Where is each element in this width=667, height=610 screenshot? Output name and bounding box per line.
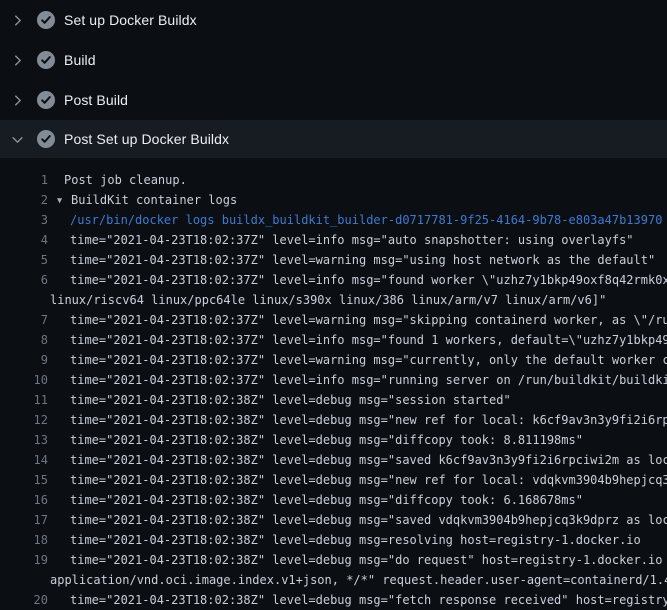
log-line-text: time="2021-04-23T18:02:38Z" level=debug … [48, 430, 583, 450]
step-header-expanded[interactable]: Post Set up Docker Buildx [0, 120, 667, 158]
check-circle-icon [37, 11, 55, 29]
log-line: 15 time="2021-04-23T18:02:38Z" level=deb… [0, 470, 667, 490]
log-line-number [0, 570, 48, 590]
log-line-text: /usr/bin/docker logs buildx_buildkit_bui… [48, 210, 662, 230]
log-line-number[interactable]: 14 [0, 450, 48, 470]
log-line: 14 time="2021-04-23T18:02:38Z" level=deb… [0, 450, 667, 470]
log-line-text: time="2021-04-23T18:02:38Z" level=debug … [48, 490, 583, 510]
step-title: Post Set up Docker Buildx [64, 131, 229, 147]
log-line-text: time="2021-04-23T18:02:38Z" level=debug … [48, 470, 667, 490]
log-line: 1 Post job cleanup. [0, 170, 667, 190]
log-line-number[interactable]: 1 [0, 170, 48, 190]
log-line-number[interactable]: 16 [0, 490, 48, 510]
log-line: 4 time="2021-04-23T18:02:37Z" level=info… [0, 230, 667, 250]
log-line-number[interactable]: 12 [0, 410, 48, 430]
log-line-number[interactable]: 2 [0, 190, 48, 210]
log-line: 20 time="2021-04-23T18:02:38Z" level=deb… [0, 590, 667, 610]
check-circle-icon [37, 91, 55, 109]
log-line: 6 time="2021-04-23T18:02:37Z" level=info… [0, 270, 667, 290]
log-line-text: ▼ BuildKit container logs [48, 190, 237, 210]
step-header[interactable]: Set up Docker Buildx [0, 0, 667, 40]
log-line-number[interactable]: 18 [0, 530, 48, 550]
chevron-right-icon[interactable] [11, 14, 24, 27]
log-line-text: time="2021-04-23T18:02:37Z" level=warnin… [48, 350, 667, 370]
log-line-number[interactable]: 7 [0, 310, 48, 330]
log-line-number[interactable]: 10 [0, 370, 48, 390]
log-line-number[interactable]: 6 [0, 270, 48, 290]
log-line: 17 time="2021-04-23T18:02:38Z" level=deb… [0, 510, 667, 530]
log-line-text: time="2021-04-23T18:02:38Z" level=debug … [48, 590, 667, 610]
step-title: Set up Docker Buildx [64, 12, 197, 28]
log-line: 18 time="2021-04-23T18:02:38Z" level=deb… [0, 530, 667, 550]
step-title: Post Build [64, 92, 128, 108]
log-line-text: time="2021-04-23T18:02:38Z" level=debug … [48, 530, 641, 550]
log-line: 13 time="2021-04-23T18:02:38Z" level=deb… [0, 430, 667, 450]
log-line-text: time="2021-04-23T18:02:37Z" level=info m… [48, 230, 634, 250]
log-line: 7 time="2021-04-23T18:02:37Z" level=warn… [0, 310, 667, 330]
log-line-number[interactable]: 13 [0, 430, 48, 450]
log-line-text: linux/riscv64 linux/ppc64le linux/s390x … [48, 290, 606, 310]
log-line-group-header: 2 ▼ BuildKit container logs [0, 190, 667, 210]
group-toggle-icon[interactable]: ▼ [57, 191, 67, 211]
log-line-number[interactable]: 17 [0, 510, 48, 530]
log-line-number[interactable]: 5 [0, 250, 48, 270]
log-line: 16 time="2021-04-23T18:02:38Z" level=deb… [0, 490, 667, 510]
log-line-text: time="2021-04-23T18:02:37Z" level=info m… [48, 370, 667, 390]
chevron-down-icon[interactable] [11, 133, 24, 146]
log-line-text: time="2021-04-23T18:02:38Z" level=debug … [48, 450, 667, 470]
log-line-number[interactable]: 3 [0, 210, 48, 230]
log-container: 1 Post job cleanup. 2 ▼ BuildKit containe… [0, 158, 667, 610]
log-line-text: time="2021-04-23T18:02:37Z" level=warnin… [48, 310, 667, 330]
log-line-text: time="2021-04-23T18:02:37Z" level=info m… [48, 270, 667, 290]
log-line-number [0, 290, 48, 310]
log-line: 12 time="2021-04-23T18:02:38Z" level=deb… [0, 410, 667, 430]
log-line-number[interactable]: 11 [0, 390, 48, 410]
check-circle-icon [37, 130, 55, 148]
log-line-number[interactable]: 8 [0, 330, 48, 350]
log-line: linux/riscv64 linux/ppc64le linux/s390x … [0, 290, 667, 310]
log-line-text: time="2021-04-23T18:02:37Z" level=info m… [48, 330, 667, 350]
chevron-right-icon[interactable] [11, 94, 24, 107]
log-line-text: time="2021-04-23T18:02:38Z" level=debug … [48, 410, 667, 430]
log-line: application/vnd.oci.image.index.v1+json,… [0, 570, 667, 590]
chevron-right-icon[interactable] [11, 54, 24, 67]
step-header[interactable]: Build [0, 40, 667, 80]
log-line: 10 time="2021-04-23T18:02:37Z" level=inf… [0, 370, 667, 390]
log-line-number[interactable]: 4 [0, 230, 48, 250]
log-line-text: time="2021-04-23T18:02:38Z" level=debug … [48, 510, 667, 530]
group-title[interactable]: BuildKit container logs [71, 193, 237, 207]
step-header[interactable]: Post Build [0, 80, 667, 120]
log-line-text: Post job cleanup. [48, 170, 187, 190]
log-line: 8 time="2021-04-23T18:02:37Z" level=info… [0, 330, 667, 350]
log-line-text: application/vnd.oci.image.index.v1+json,… [48, 570, 667, 590]
log-line-text: time="2021-04-23T18:02:38Z" level=debug … [48, 550, 667, 570]
log-line: 19 time="2021-04-23T18:02:38Z" level=deb… [0, 550, 667, 570]
log-line: 9 time="2021-04-23T18:02:37Z" level=warn… [0, 350, 667, 370]
log-line-number[interactable]: 19 [0, 550, 48, 570]
log-line-number[interactable]: 9 [0, 350, 48, 370]
check-circle-icon [37, 51, 55, 69]
log-line-text: time="2021-04-23T18:02:37Z" level=warnin… [48, 250, 655, 270]
log-line-text: time="2021-04-23T18:02:38Z" level=debug … [48, 390, 511, 410]
log-line: 11 time="2021-04-23T18:02:38Z" level=deb… [0, 390, 667, 410]
log-line: 5 time="2021-04-23T18:02:37Z" level=warn… [0, 250, 667, 270]
step-title: Build [64, 52, 96, 68]
log-line-number[interactable]: 15 [0, 470, 48, 490]
steps-list: Set up Docker Buildx Build Post Build [0, 0, 667, 158]
log-line-number[interactable]: 20 [0, 590, 48, 610]
log-line-command: 3 /usr/bin/docker logs buildx_buildkit_b… [0, 210, 667, 230]
